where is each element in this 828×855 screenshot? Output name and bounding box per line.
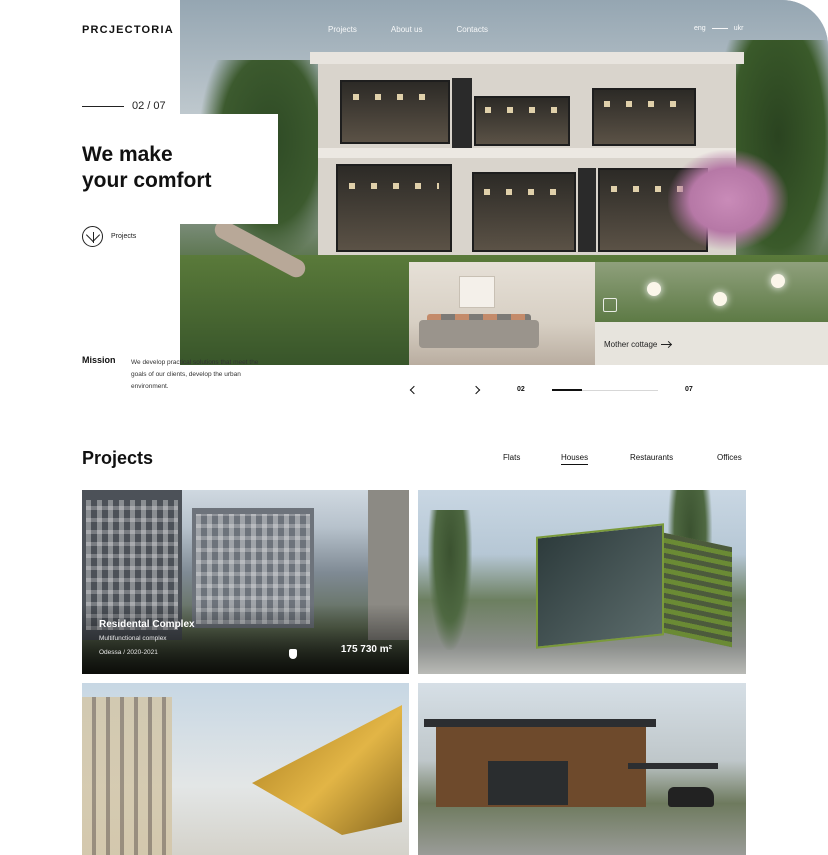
chevron-right-icon[interactable] xyxy=(471,385,481,395)
slider-progress-fill xyxy=(552,389,582,391)
card-type: Multifunctional complex xyxy=(99,635,167,642)
project-card-house[interactable] xyxy=(418,683,746,855)
filter-offices[interactable]: Offices xyxy=(717,453,742,462)
house-window xyxy=(474,96,570,146)
filter-flats[interactable]: Flats xyxy=(503,453,520,462)
house-column xyxy=(452,78,472,148)
filter-houses[interactable]: Houses xyxy=(561,453,589,465)
card-building xyxy=(82,697,172,855)
logo[interactable]: PRCJECTORIA xyxy=(82,24,174,36)
nav-item-about[interactable]: About us xyxy=(391,25,423,34)
garden-lamp xyxy=(713,292,727,306)
counter-line xyxy=(82,105,124,107)
cottage-image xyxy=(595,262,828,322)
filter-restaurants[interactable]: Restaurants xyxy=(630,453,673,462)
project-filters: Flats Houses Restaurants Offices xyxy=(0,453,828,469)
lang-divider xyxy=(711,28,728,29)
project-card-complex[interactable] xyxy=(82,683,409,855)
nav-item-contacts[interactable]: Contacts xyxy=(456,25,488,34)
project-card-office[interactable] xyxy=(418,490,746,674)
house-window xyxy=(592,88,696,146)
projects-link[interactable]: Projects xyxy=(82,226,136,247)
hero-heading: We make your comfort xyxy=(82,143,212,192)
mission-label: Mission xyxy=(82,355,116,365)
expand-icon[interactable] xyxy=(603,298,617,312)
leaf-circle-icon xyxy=(82,226,103,247)
slider-progress-track xyxy=(552,389,658,391)
mission-text: We develop practical solutions that meet… xyxy=(131,359,259,390)
chevron-left-icon[interactable] xyxy=(409,385,419,395)
card-window xyxy=(488,761,568,805)
thumbnail-caption: Mother cottage xyxy=(604,340,658,349)
card-building xyxy=(536,523,664,649)
main-nav: Projects About us Contacts xyxy=(328,25,488,34)
card-building-side xyxy=(664,532,732,648)
card-car xyxy=(668,787,714,807)
blossom-tree xyxy=(668,150,788,250)
lang-ukr[interactable]: ukr xyxy=(734,25,744,32)
cursor-icon xyxy=(289,649,297,659)
projects-link-label: Projects xyxy=(111,233,137,240)
house-roof xyxy=(310,52,744,64)
house-window xyxy=(472,172,576,252)
slide-counter: 02 / 07 xyxy=(82,100,166,112)
garden-lamp xyxy=(647,282,661,296)
slide-counter-text: 02 / 07 xyxy=(132,100,166,112)
arrow-right-icon xyxy=(661,344,672,345)
card-carport-roof xyxy=(628,763,718,769)
card-building-gold xyxy=(252,705,402,835)
card-location: Odessa / 2020-2021 xyxy=(99,649,158,656)
garden-lamp xyxy=(771,274,785,288)
thumbnail-caption-link[interactable]: Mother cottage xyxy=(604,340,672,349)
language-switcher: eng ukr xyxy=(694,25,743,32)
project-card-residential[interactable]: Residental Complex Multifunctional compl… xyxy=(82,490,409,674)
wall-art xyxy=(459,276,495,308)
hero-thumbnail-interior[interactable] xyxy=(409,262,595,365)
house-window xyxy=(336,164,452,252)
nav-item-projects[interactable]: Projects xyxy=(328,25,357,34)
sofa xyxy=(419,320,539,348)
lang-eng[interactable]: eng xyxy=(694,25,706,32)
slider-current: 02 xyxy=(517,386,525,393)
card-roof xyxy=(424,719,656,727)
hero-thumbnail-cottage[interactable]: Mother cottage xyxy=(595,262,828,365)
slider-controls: 02 07 xyxy=(409,385,746,399)
card-area: 175 730 m² xyxy=(340,644,392,655)
card-tree xyxy=(428,510,472,650)
house-column xyxy=(578,168,596,252)
house-window xyxy=(340,80,450,144)
card-title: Residental Complex xyxy=(99,619,195,630)
slider-total: 07 xyxy=(685,386,693,393)
